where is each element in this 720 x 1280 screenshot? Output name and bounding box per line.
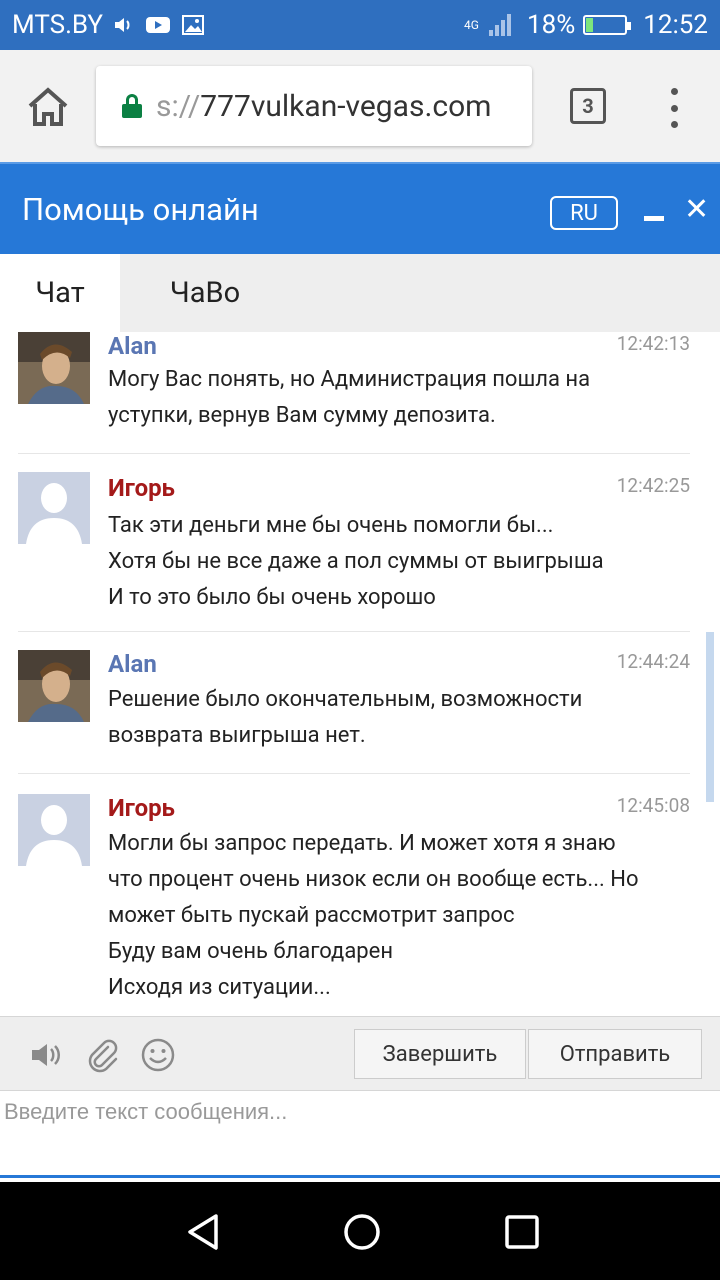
- user-avatar: [18, 794, 90, 866]
- message-line: Буду вам очень благодарен: [108, 939, 394, 964]
- agent-avatar: [18, 332, 90, 404]
- message-item: Игорь 12:45:08 Могли бы запрос передать.…: [0, 774, 720, 1016]
- language-button[interactable]: RU: [550, 196, 618, 230]
- home-icon[interactable]: [22, 84, 74, 130]
- status-bar: MTS.BY 4G 18% 12:52: [0, 0, 720, 50]
- message-line: И то это было бы очень хорошо: [108, 585, 436, 610]
- message-item: Alan 12:42:13 Могу Вас понять, но Админи…: [0, 332, 720, 454]
- gallery-icon: [182, 15, 205, 35]
- url-host: 777vulkan-vegas.com: [200, 88, 492, 124]
- message-line: может быть пускай рассмотрит запрос: [108, 903, 515, 928]
- recents-icon[interactable]: [504, 1214, 540, 1250]
- tab-chat[interactable]: Чат: [0, 254, 120, 332]
- message-text: Могу Вас понять, но Администрация пошла …: [108, 362, 688, 434]
- clock: 12:52: [643, 10, 708, 40]
- message-line: Так эти деньги мне бы очень помогли бы..…: [108, 513, 554, 538]
- agent-avatar: [18, 650, 90, 722]
- message-item: Alan 12:44:24 Решение было окончательным…: [0, 632, 720, 774]
- message-author: Alan: [108, 650, 157, 678]
- message-item: Игорь 12:42:25 Так эти деньги мне бы оче…: [0, 454, 720, 632]
- browser-toolbar: s://777vulkan-vegas.com 3: [0, 50, 720, 162]
- tab-count: 3: [582, 94, 594, 118]
- user-avatar: [18, 472, 90, 544]
- message-text: Решение было окончательным, возможности …: [108, 682, 688, 754]
- lock-icon: [122, 94, 142, 118]
- youtube-icon: [146, 17, 171, 33]
- emoji-icon[interactable]: [140, 1037, 176, 1073]
- message-line: Могу Вас понять, но Администрация пошла …: [108, 367, 591, 392]
- message-line: Решение было окончательным, возможности: [108, 687, 583, 712]
- chat-tabs: Чат ЧаВо: [0, 254, 720, 332]
- signal-icon: [488, 14, 511, 36]
- finish-button[interactable]: Завершить: [354, 1029, 526, 1079]
- home-nav-icon[interactable]: [342, 1212, 382, 1252]
- chat-header: Помощь онлайн RU ✕: [0, 162, 720, 254]
- message-line: возврата выигрыша нет.: [108, 723, 366, 748]
- send-button[interactable]: Отправить: [528, 1029, 702, 1079]
- scrollbar[interactable]: [706, 632, 714, 802]
- message-author: Alan: [108, 332, 157, 360]
- message-line: что процент очень низок если он вообще е…: [108, 867, 639, 892]
- message-line: Хотя бы не все даже а пол суммы от выигр…: [108, 549, 604, 574]
- message-time: 12:44:24: [616, 650, 690, 673]
- message-time: 12:42:13: [616, 332, 690, 355]
- url-scheme: s://: [156, 88, 201, 124]
- carrier-label: MTS.BY: [12, 10, 104, 40]
- tab-switcher-button[interactable]: 3: [570, 88, 606, 124]
- address-bar[interactable]: s://777vulkan-vegas.com: [96, 66, 532, 146]
- message-list[interactable]: Alan 12:42:13 Могу Вас понять, но Админи…: [0, 332, 720, 1016]
- chat-title: Помощь онлайн: [22, 190, 259, 228]
- message-text: Могли бы запрос передать. И может хотя я…: [108, 826, 688, 1006]
- volume-icon: [115, 18, 130, 32]
- message-text: Так эти деньги мне бы очень помогли бы..…: [108, 508, 688, 616]
- network-type-label: 4G: [464, 18, 479, 32]
- attach-icon[interactable]: [84, 1037, 120, 1073]
- message-line: Могли бы запрос передать. И может хотя я…: [108, 831, 616, 856]
- minimize-icon[interactable]: [644, 216, 664, 221]
- chat-toolbar: Завершить Отправить: [0, 1016, 720, 1090]
- back-icon[interactable]: [184, 1212, 220, 1252]
- message-author: Игорь: [108, 794, 175, 822]
- battery-percent: 18%: [526, 10, 576, 40]
- sound-icon[interactable]: [28, 1037, 64, 1073]
- battery-icon: [583, 15, 632, 35]
- message-time: 12:42:25: [616, 474, 690, 497]
- overflow-menu-icon[interactable]: [664, 88, 684, 128]
- close-icon[interactable]: ✕: [684, 192, 709, 227]
- message-line: Исходя из ситуации...: [108, 975, 331, 1000]
- message-author: Игорь: [108, 474, 175, 502]
- message-input-area: [0, 1090, 720, 1178]
- message-input[interactable]: [0, 1091, 720, 1175]
- message-line: уступки, вернув Вам сумму депозита.: [108, 403, 496, 428]
- message-time: 12:45:08: [616, 794, 690, 817]
- tab-faq[interactable]: ЧаВо: [120, 254, 290, 332]
- system-nav-bar: [0, 1182, 720, 1280]
